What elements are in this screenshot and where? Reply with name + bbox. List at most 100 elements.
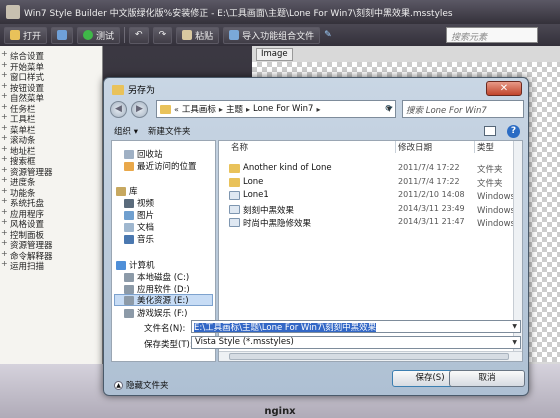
tree-item[interactable]: 按钮设置 <box>0 81 102 94</box>
tree-item[interactable]: 自然菜单 <box>0 91 102 104</box>
test-button[interactable]: 测试 <box>77 26 121 44</box>
cancel-button[interactable]: 取消 <box>449 370 525 387</box>
play-icon <box>83 30 94 40</box>
help-icon[interactable]: ? <box>507 124 520 138</box>
tree-item[interactable]: 资源管理器 <box>0 165 102 178</box>
tree-item[interactable]: 窗口样式 <box>0 70 102 83</box>
tree-item[interactable]: 搜索框 <box>0 154 102 167</box>
close-button[interactable]: ✕ <box>486 81 522 96</box>
element-search-input[interactable]: 搜索元素 <box>446 27 538 43</box>
nav-music[interactable]: 音乐 <box>124 233 154 245</box>
nav-drive-c[interactable]: 本地磁盘 (C:) <box>124 271 189 283</box>
undo-button[interactable]: ↶ <box>129 26 149 44</box>
nav-label: 计算机 <box>129 261 155 271</box>
computer-icon <box>116 260 126 270</box>
nav-libraries[interactable]: 库 <box>116 185 138 197</box>
tree-item[interactable]: 控制面板 <box>0 228 102 241</box>
column-divider[interactable] <box>474 141 475 153</box>
save-icon-button[interactable] <box>51 26 74 44</box>
breadcrumb-1[interactable]: 工具画标 <box>182 103 216 115</box>
file-row[interactable]: Lone 2011/7/4 17:22 文件夹 <box>219 177 522 189</box>
dialog-folder-icon <box>112 84 124 95</box>
nav-pictures[interactable]: 图片 <box>124 209 154 221</box>
column-divider[interactable] <box>395 141 396 153</box>
video-icon <box>124 198 134 208</box>
refresh-button[interactable]: ⟳ <box>382 100 396 118</box>
filetype-label: 保存类型(T): <box>144 340 193 350</box>
tree-item[interactable]: 运用扫描 <box>0 259 102 272</box>
nav-videos[interactable]: 视频 <box>124 197 154 209</box>
tree-item[interactable]: 进度条 <box>0 175 102 188</box>
view-options-icon[interactable] <box>484 126 496 136</box>
address-bar[interactable]: « 工具画标 ▸ 主题 ▸ Lone For Win7 ▸ ▼ <box>156 100 396 118</box>
nav-recycle-bin[interactable]: 回收站 <box>124 148 163 160</box>
column-header-name[interactable]: 名称 <box>231 141 248 153</box>
tree-item[interactable]: 应用程序 <box>0 207 102 220</box>
app-title: Win7 Style Builder 中文版绿化版%安装修正 - E:\工具画面… <box>24 8 453 19</box>
tree-item[interactable]: 开始菜单 <box>0 60 102 73</box>
paste-button[interactable]: 粘贴 <box>176 26 220 44</box>
nav-label: 回收站 <box>137 150 163 160</box>
brush-icon[interactable]: ✎ <box>324 30 332 40</box>
import-button[interactable]: 导入功能组合文件 <box>223 26 321 44</box>
style-file-icon <box>229 218 240 227</box>
folder-search-input[interactable]: 搜索 Lone For Win7 <box>402 100 524 118</box>
back-button[interactable]: ◀ <box>110 100 127 118</box>
tree-item[interactable]: 任务栏 <box>0 102 102 115</box>
column-header-type[interactable]: 类型 <box>477 141 494 153</box>
tree-item[interactable]: 菜单栏 <box>0 123 102 136</box>
file-row[interactable]: Another kind of Lone 2011/7/4 17:22 文件夹 <box>219 163 522 175</box>
paste-label: 粘贴 <box>195 31 214 42</box>
filetype-select[interactable]: Vista Style (*.msstyles) ▼ <box>191 336 521 349</box>
file-name: 刻刻中黑效果 <box>243 205 295 216</box>
file-row[interactable]: Lone12011/2/10 14:08Windows 视觉 <box>219 190 522 202</box>
file-row[interactable]: 刻刻中黑效果2014/3/11 23:49Windows 视觉 <box>219 204 522 216</box>
library-icon <box>116 186 126 196</box>
recycle-bin-icon <box>124 149 134 159</box>
filetype-dropdown-icon[interactable]: ▼ <box>512 339 517 346</box>
breadcrumb-separator-icon[interactable]: ▸ <box>246 105 250 114</box>
file-name: 时尚中黑隐修效果 <box>243 219 312 229</box>
redo-button[interactable]: ↷ <box>152 26 173 44</box>
app-icon <box>6 5 20 19</box>
horizontal-scrollbar[interactable] <box>219 351 522 361</box>
tree-item[interactable]: 系统托盘 <box>0 196 102 209</box>
tree-item[interactable]: 工具栏 <box>0 112 102 125</box>
open-button[interactable]: 打开 <box>4 26 48 44</box>
tree-item[interactable]: 滚动条 <box>0 133 102 146</box>
tree-item[interactable]: 命令解释器 <box>0 249 102 262</box>
organize-button[interactable]: 组织 ▾ <box>114 125 138 137</box>
nav-computer[interactable]: 计算机 <box>116 259 155 271</box>
nav-label: 最近访问的位置 <box>137 162 197 172</box>
nav-recent-places[interactable]: 最近访问的位置 <box>124 160 197 172</box>
tree-item[interactable]: 资源管理器 <box>0 238 102 251</box>
file-row[interactable]: 时尚中黑隐修效果2014/3/11 21:47Windows 视觉 <box>219 217 522 229</box>
new-folder-button[interactable]: 新建文件夹 <box>148 125 191 137</box>
hide-folders-toggle[interactable]: ▲ 隐藏文件夹 <box>114 379 169 391</box>
nav-drive-f[interactable]: 游戏娱乐 (F:) <box>124 307 187 319</box>
tab-image[interactable]: Image <box>256 48 293 61</box>
forward-button[interactable]: ▶ <box>131 100 148 118</box>
breadcrumb-separator-icon[interactable]: ▸ <box>316 105 320 114</box>
tree-item[interactable]: 风格设置 <box>0 217 102 230</box>
filename-dropdown-icon[interactable]: ▼ <box>512 323 517 330</box>
filename-input[interactable]: E:\工具画标\主题\Lone For Win7\刻刻中黑效果 ▼ <box>191 320 521 333</box>
address-row: ◀ ▶ « 工具画标 ▸ 主题 ▸ Lone For Win7 ▸ ▼ ⟳ 搜索… <box>110 98 524 120</box>
scrollbar-thumb[interactable] <box>229 353 509 360</box>
breadcrumb-overflow-icon[interactable]: « <box>174 105 179 114</box>
tree-item[interactable]: 综合设置 <box>0 49 102 62</box>
drive-icon <box>124 295 134 305</box>
drive-icon <box>124 308 134 318</box>
column-header-date[interactable]: 修改日期 <box>398 141 432 153</box>
breadcrumb-2[interactable]: 主题 <box>226 103 243 115</box>
nav-documents[interactable]: 文档 <box>124 221 154 233</box>
breadcrumb-separator-icon[interactable]: ▸ <box>219 105 223 114</box>
file-date: 2011/7/4 17:22 <box>398 163 460 172</box>
nav-drive-e[interactable]: 美化资源 (E:) <box>114 294 213 306</box>
nav-label: 视频 <box>137 199 155 209</box>
breadcrumb-3[interactable]: Lone For Win7 <box>253 104 313 114</box>
tree-item[interactable]: 功能条 <box>0 186 102 199</box>
nav-label: 图片 <box>137 211 155 221</box>
save-icon <box>57 30 68 40</box>
tree-item[interactable]: 地址栏 <box>0 144 102 157</box>
